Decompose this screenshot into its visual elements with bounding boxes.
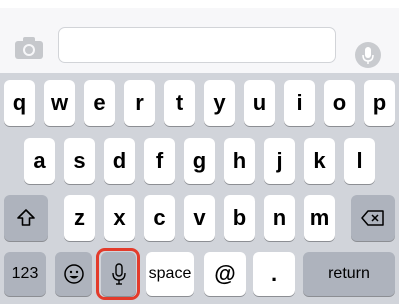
key-label: a [33,148,46,173]
key-label: h [232,148,247,173]
key-label: o [332,90,347,115]
return-key[interactable]: return [303,252,395,296]
key-u[interactable]: u [244,80,275,126]
message-input[interactable] [58,27,336,63]
key-label: l [356,148,363,173]
backspace-icon [361,210,384,226]
key-label: b [232,205,247,230]
key-t[interactable]: t [164,80,195,126]
key-i[interactable]: i [284,80,315,126]
dictation-highlight [96,248,140,300]
shift-key[interactable] [4,195,48,241]
key-d[interactable]: d [104,138,135,184]
key-q[interactable]: q [4,80,35,126]
key-k[interactable]: k [304,138,335,184]
period-key[interactable]: . [253,252,295,296]
key-j[interactable]: j [264,138,295,184]
key-b[interactable]: b [224,195,255,241]
key-label: v [193,205,206,230]
key-label: t [175,90,184,115]
key-v[interactable]: v [184,195,215,241]
key-n[interactable]: n [264,195,295,241]
key-label: i [296,90,303,115]
key-label: d [112,148,127,173]
key-label: w [50,90,69,115]
key-label: g [192,148,207,173]
key-y[interactable]: y [204,80,235,126]
key-label: p [372,90,387,115]
emoji-icon [63,264,84,284]
key-m[interactable]: m [304,195,335,241]
key-w[interactable]: w [44,80,75,126]
emoji-key[interactable] [55,252,92,296]
key-e[interactable]: e [84,80,115,126]
key-r[interactable]: r [124,80,155,126]
key-label: s [73,148,86,173]
space-key[interactable]: space [146,252,194,296]
key-h[interactable]: h [224,138,255,184]
key-a[interactable]: a [24,138,55,184]
key-label: u [252,90,267,115]
status-strip [0,0,399,8]
compose-bar [0,8,399,74]
key-label: e [93,90,106,115]
key-label: j [276,148,283,173]
space-key-label: space [148,265,192,282]
key-label: y [213,90,226,115]
numbers-key-label: 123 [11,265,39,282]
key-label: r [135,90,144,115]
return-key-label: return [328,265,370,282]
key-o[interactable]: o [324,80,355,126]
key-c[interactable]: c [144,195,175,241]
key-label: x [113,205,126,230]
key-label: q [12,90,27,115]
key-l[interactable]: l [344,138,375,184]
key-label: n [272,205,287,230]
key-label: m [309,205,330,230]
camera-icon[interactable] [13,34,45,62]
key-g[interactable]: g [184,138,215,184]
key-label: k [313,148,326,173]
key-s[interactable]: s [64,138,95,184]
shift-icon [17,209,35,226]
key-label: f [155,148,164,173]
period-key-label: . [270,261,278,286]
key-z[interactable]: z [64,195,95,241]
delete-key[interactable] [351,195,395,241]
messaging-screen: q w e r t y u i o p a s d f g h j k l z … [0,0,399,304]
at-key-label: @ [214,261,236,286]
key-label: c [153,205,166,230]
key-f[interactable]: f [144,138,175,184]
key-label: z [74,205,85,230]
key-x[interactable]: x [104,195,135,241]
numbers-key[interactable]: 123 [4,252,46,296]
key-p[interactable]: p [364,80,395,126]
microphone-circle-icon[interactable] [355,42,381,68]
at-key[interactable]: @ [204,252,246,296]
